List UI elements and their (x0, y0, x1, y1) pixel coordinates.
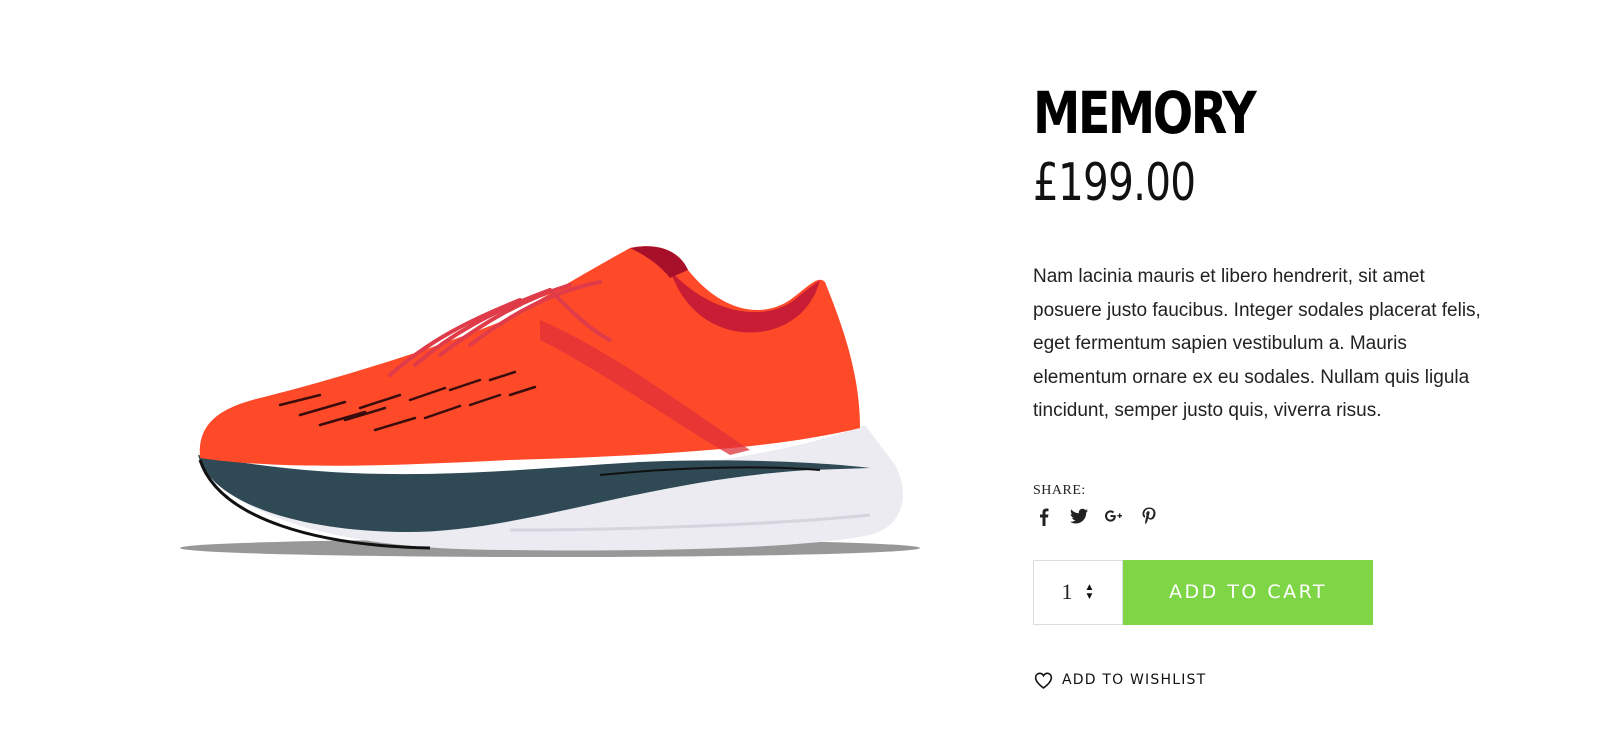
add-to-cart-button[interactable]: ADD TO CART (1123, 559, 1373, 625)
social-icons (1033, 505, 1493, 527)
product-image (170, 230, 930, 590)
heart-icon (1034, 672, 1053, 689)
quantity-value[interactable]: 1 (1062, 579, 1073, 605)
google-plus-icon[interactable] (1103, 505, 1125, 527)
add-to-wishlist-link[interactable]: ADD TO WISHLIST (1033, 670, 1493, 691)
wishlist-label: ADD TO WISHLIST (1062, 672, 1207, 688)
share-section: SHARE: (1033, 483, 1493, 527)
quantity-arrows[interactable]: ▲ ▼ (1085, 583, 1095, 602)
pinterest-icon[interactable] (1138, 505, 1160, 527)
quantity-stepper[interactable]: 1 ▲ ▼ (1033, 559, 1123, 625)
product-title: MEMORY (1033, 79, 1257, 147)
twitter-icon[interactable] (1068, 505, 1090, 527)
decrement-arrow-icon[interactable]: ▼ (1085, 592, 1095, 602)
share-label: SHARE: (1033, 482, 1086, 498)
purchase-row: 1 ▲ ▼ ADD TO CART (1033, 559, 1493, 625)
product-info: MEMORY £199.00 Nam lacinia mauris et lib… (1033, 78, 1493, 691)
running-shoe-image (180, 246, 920, 557)
product-description: Nam lacinia mauris et libero hendrerit, … (1033, 266, 1481, 421)
facebook-icon[interactable] (1033, 505, 1055, 527)
product-price: £199.00 (1033, 153, 1196, 213)
